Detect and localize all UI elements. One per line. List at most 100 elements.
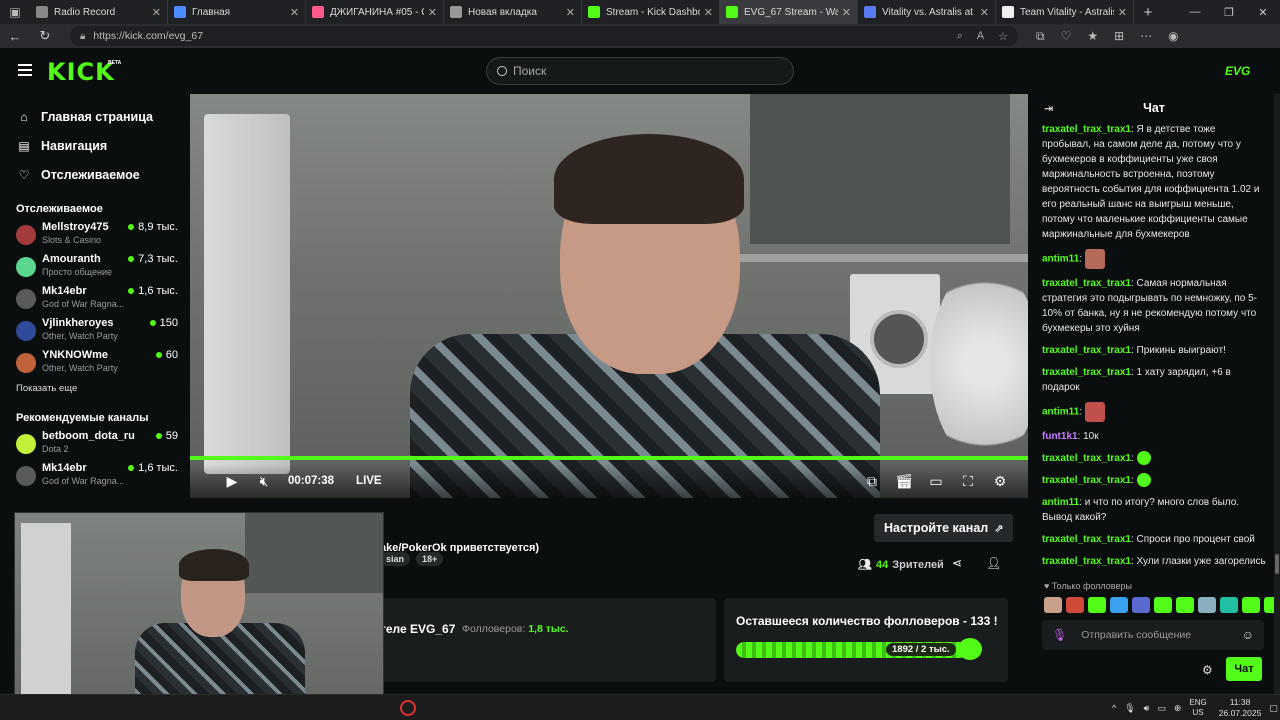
extensions-icon[interactable]: ⧉ — [1036, 29, 1045, 44]
fullscreen-icon[interactable]: ⛶ — [952, 473, 984, 490]
close-tab-icon[interactable]: ✕ — [152, 6, 161, 19]
live-indicator[interactable]: LIVE — [356, 475, 382, 487]
network-icon[interactable]: ⊕ — [1174, 703, 1182, 714]
chat-username[interactable]: funt1k1 — [1042, 431, 1078, 442]
emote-icon[interactable] — [1088, 597, 1106, 613]
browser-tab[interactable]: Stream - Kick Dashboard ✕ — [582, 0, 720, 24]
close-tab-icon[interactable]: ✕ — [566, 6, 575, 19]
picture-in-picture-icon[interactable]: ⧉ — [856, 473, 888, 490]
sidebar-channel[interactable]: Mk14ebr God of War Ragna... 1,6 тыс. — [0, 285, 190, 317]
browser-tab[interactable]: Новая вкладка ✕ — [444, 0, 582, 24]
browser-tab[interactable]: Главная ✕ — [168, 0, 306, 24]
chat-username[interactable]: traxatel_trax_trax1 — [1042, 345, 1131, 356]
chat-username[interactable]: traxatel_trax_trax1 — [1042, 367, 1131, 378]
search-input[interactable]: Поиск — [486, 57, 794, 85]
minimize-icon[interactable]: — — [1178, 6, 1212, 19]
emote-icon[interactable] — [1132, 597, 1150, 613]
theater-mode-icon[interactable]: ▭ — [920, 473, 952, 490]
chat-settings-icon[interactable]: ⚙ — [1202, 663, 1213, 677]
copilot-icon[interactable]: ◉ — [1168, 29, 1178, 44]
more-icon[interactable]: ⋯ — [1140, 29, 1152, 44]
browser-tab[interactable]: Radio Record ✕ — [30, 0, 168, 24]
browser-essentials-icon[interactable]: ♡ — [1061, 29, 1072, 44]
sidebar-channel[interactable]: Mk14ebr God of War Ragna... 1,6 тыс. — [0, 462, 190, 494]
volume-icon[interactable]: 🔊︎ — [1144, 703, 1150, 714]
emote-icon[interactable] — [1220, 597, 1238, 613]
emote-icon[interactable] — [1044, 597, 1062, 613]
emote-icon[interactable] — [1066, 597, 1084, 613]
close-tab-icon[interactable]: ✕ — [290, 6, 299, 19]
sidebar-nav-item[interactable]: ♡ Отслеживаемое — [0, 160, 190, 189]
browser-tab[interactable]: Vitality vs. Astralis at IEM C ✕ — [858, 0, 996, 24]
chat-messages[interactable]: traxatel_trax_trax1: Я в детстве тоже пр… — [1042, 122, 1266, 574]
chat-username[interactable]: traxatel_trax_trax1 — [1042, 124, 1131, 135]
emoji-icon[interactable]: ☺ — [1242, 628, 1254, 642]
user-follow-icon[interactable]: 👤︎ — [986, 556, 1001, 570]
emote-icon[interactable] — [1242, 597, 1260, 613]
close-tab-icon[interactable]: ✕ — [842, 6, 851, 19]
notifications-icon[interactable]: ▢ — [1269, 703, 1278, 714]
emote-icon[interactable] — [1110, 597, 1128, 613]
sidebar-nav-item[interactable]: ▤ Навигация — [0, 131, 190, 160]
favorites-icon[interactable]: ★ — [1087, 29, 1098, 44]
video-player[interactable]: ▶ 🔇︎ 00:07:38 LIVE ⧉ 🎬︎ ▭ ⛶ ⚙ — [190, 94, 1028, 498]
language-indicator[interactable]: ENG US — [1189, 698, 1206, 718]
maximize-icon[interactable]: ❐ — [1212, 6, 1246, 19]
chat-username[interactable]: traxatel_trax_trax1 — [1042, 534, 1131, 545]
taskbar-app-icon[interactable] — [400, 700, 416, 716]
lock-icon[interactable]: 🔒︎ — [80, 31, 85, 42]
channel-settings-button[interactable]: Настройте канал ⇗ — [874, 514, 1014, 542]
close-tab-icon[interactable]: ✕ — [1118, 6, 1127, 19]
url-field[interactable]: 🔒︎ https://kick.com/evg_67 ⌕ A ☆ — [70, 26, 1018, 46]
browser-tab[interactable]: ДЖИГАНИНА #05 - Отар Ку ✕ — [306, 0, 444, 24]
chat-message-input[interactable]: 🎙︎ Отправить сообщение ☺ — [1042, 620, 1264, 650]
chat-username[interactable]: antim11 — [1042, 497, 1079, 508]
chat-username[interactable]: traxatel_trax_trax1 — [1042, 556, 1131, 567]
chat-username[interactable]: antim11 — [1042, 407, 1079, 418]
chat-username[interactable]: traxatel_trax_trax1 — [1042, 278, 1131, 289]
sidebar-channel[interactable]: betboom_dota_ru Dota 2 59 — [0, 430, 190, 462]
collapse-chat-icon[interactable]: ⇥ — [1044, 102, 1053, 115]
tag-age[interactable]: 18+ — [416, 552, 444, 566]
browser-tab[interactable]: Team Vitality - Astralis 26/0 ✕ — [996, 0, 1134, 24]
clip-icon[interactable]: 🎬︎ — [888, 473, 920, 490]
scrollbar-thumb[interactable] — [1275, 554, 1279, 574]
new-tab-button[interactable]: + — [1134, 4, 1162, 21]
collections-icon[interactable]: ⊞ — [1114, 29, 1124, 44]
mic-tray-icon[interactable]: 🎙︎ — [1124, 703, 1135, 714]
settings-gear-icon[interactable]: ⚙ — [984, 473, 1016, 490]
play-icon[interactable]: ▶ — [216, 473, 248, 490]
close-tab-icon[interactable]: ✕ — [704, 6, 713, 19]
page-scrollbar[interactable] — [1274, 94, 1280, 694]
refresh-icon[interactable]: ↻ — [30, 28, 60, 44]
show-more-link[interactable]: Показать еще — [0, 383, 190, 394]
back-icon[interactable]: ← — [0, 29, 30, 44]
chat-send-button[interactable]: Чат — [1226, 657, 1262, 681]
read-aloud-icon[interactable]: A — [977, 30, 984, 43]
mute-icon[interactable]: 🔇︎ — [248, 473, 280, 490]
close-tab-icon[interactable]: ✕ — [428, 6, 437, 19]
kick-logo[interactable]: KICK — [47, 58, 115, 86]
monitor-icon[interactable]: ▭ — [1157, 703, 1166, 714]
chat-username[interactable]: traxatel_trax_trax1 — [1042, 475, 1131, 486]
sidebar-channel[interactable]: YNKNOWme Other, Watch Party 60 — [0, 349, 190, 381]
emote-icon[interactable] — [1198, 597, 1216, 613]
favorite-star-icon[interactable]: ☆ — [998, 30, 1008, 43]
close-window-icon[interactable]: ✕ — [1246, 6, 1280, 19]
zoom-icon[interactable]: ⌕ — [957, 30, 963, 43]
tag-language[interactable]: sian — [380, 552, 411, 566]
browser-tab[interactable]: EVG_67 Stream - Watch Live ✕ — [720, 0, 858, 24]
menu-icon[interactable] — [18, 64, 32, 76]
user-avatar[interactable]: EVG — [1225, 64, 1250, 78]
close-tab-icon[interactable]: ✕ — [980, 6, 989, 19]
clock[interactable]: 11:38 26.07.2025 — [1219, 697, 1262, 719]
chat-username[interactable]: traxatel_trax_trax1 — [1042, 453, 1131, 464]
sidebar-channel[interactable]: Amouranth Просто общение 7,3 тыс. — [0, 253, 190, 285]
microphone-icon[interactable]: 🎙︎ — [1052, 628, 1067, 642]
tab-actions-icon[interactable]: ▣ — [0, 0, 30, 24]
sidebar-channel[interactable]: Vjlinkheroyes Other, Watch Party 150 — [0, 317, 190, 349]
emote-icon[interactable] — [1176, 597, 1194, 613]
playback-progress-bar[interactable] — [190, 456, 1028, 460]
chat-username[interactable]: antim11 — [1042, 254, 1079, 265]
share-icon[interactable]: ⋖ — [952, 556, 962, 570]
